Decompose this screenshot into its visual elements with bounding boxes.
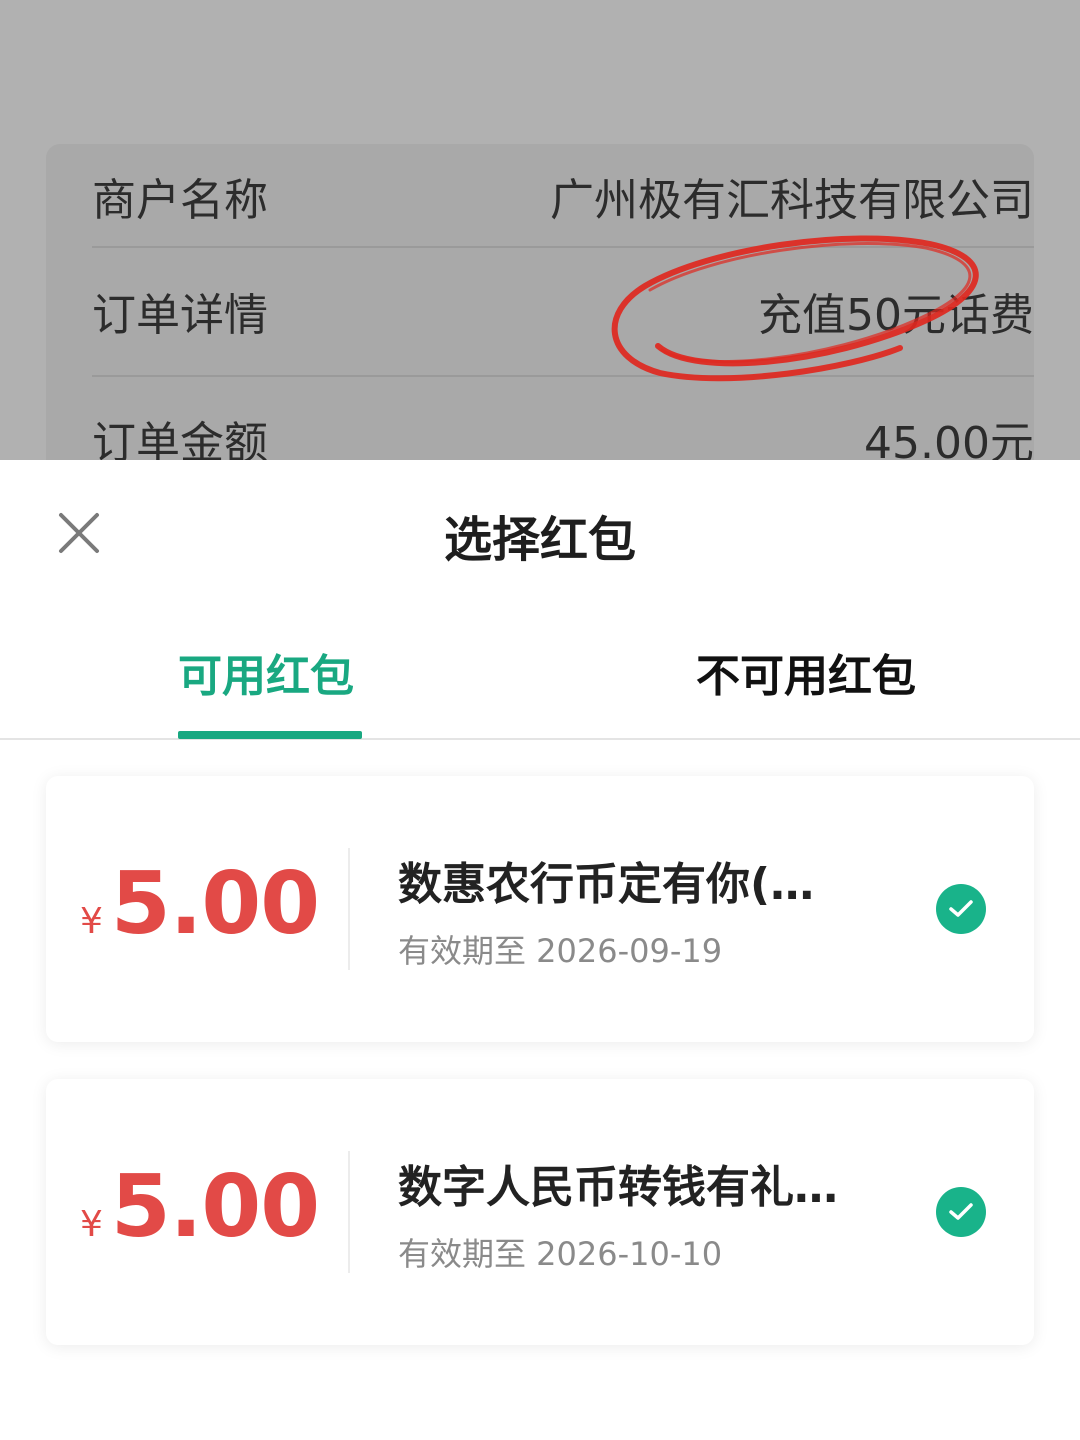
order-amount-label: 订单金额 — [92, 418, 268, 460]
coupon-card[interactable]: ¥ 5.00 数惠农行币定有你(… 有效期至 2026-09-19 — [46, 776, 1034, 1042]
check-icon[interactable] — [936, 884, 986, 934]
order-row-merchant: 商户名称 广州极有汇科技有限公司 — [92, 134, 1034, 258]
order-amount-value: 45.00元 — [864, 418, 1034, 460]
amount-value: 5.00 — [110, 1157, 320, 1257]
active-tab-indicator — [178, 731, 362, 739]
currency-symbol: ¥ — [80, 901, 103, 942]
order-row-detail: 订单详情 充值50元话费 — [92, 249, 1034, 373]
check-icon[interactable] — [936, 1187, 986, 1237]
currency-symbol: ¥ — [80, 1204, 103, 1245]
merchant-label: 商户名称 — [92, 175, 268, 226]
tab-unavailable[interactable]: 不可用红包 — [696, 640, 916, 704]
coupon-expiry: 有效期至 2026-10-10 — [398, 1235, 723, 1273]
coupon-amount: ¥ 5.00 — [80, 1157, 320, 1257]
coupon-name: 数惠农行币定有你(… — [398, 859, 815, 910]
sheet-title: 选择红包 — [443, 512, 636, 568]
coupon-amount: ¥ 5.00 — [80, 854, 320, 954]
amount-value: 5.00 — [110, 854, 320, 954]
divider — [348, 848, 350, 970]
red-packet-sheet: 选择红包 可用红包 不可用红包 ¥ 5.00 数惠农行币定有你(… 有效期至 2… — [0, 460, 1080, 1440]
divider — [348, 1151, 350, 1273]
background-overlay: 商户名称 广州极有汇科技有限公司 订单详情 充值50元话费 订单金额 45.00… — [0, 0, 1080, 460]
coupon-name: 数字人民币转钱有礼… — [398, 1162, 838, 1213]
coupon-expiry: 有效期至 2026-09-19 — [398, 932, 723, 970]
merchant-value: 广州极有汇科技有限公司 — [550, 175, 1034, 226]
tab-bar: 可用红包 不可用红包 — [0, 630, 1080, 740]
coupon-card[interactable]: ¥ 5.00 数字人民币转钱有礼… 有效期至 2026-10-10 — [46, 1079, 1034, 1345]
divider — [92, 246, 1034, 248]
order-info-card: 商户名称 广州极有汇科技有限公司 订单详情 充值50元话费 订单金额 45.00… — [46, 144, 1034, 460]
order-detail-value: 充值50元话费 — [758, 290, 1034, 341]
order-row-amount: 订单金额 45.00元 — [92, 377, 1034, 460]
tab-available[interactable]: 可用红包 — [178, 640, 354, 704]
order-detail-label: 订单详情 — [92, 290, 268, 341]
